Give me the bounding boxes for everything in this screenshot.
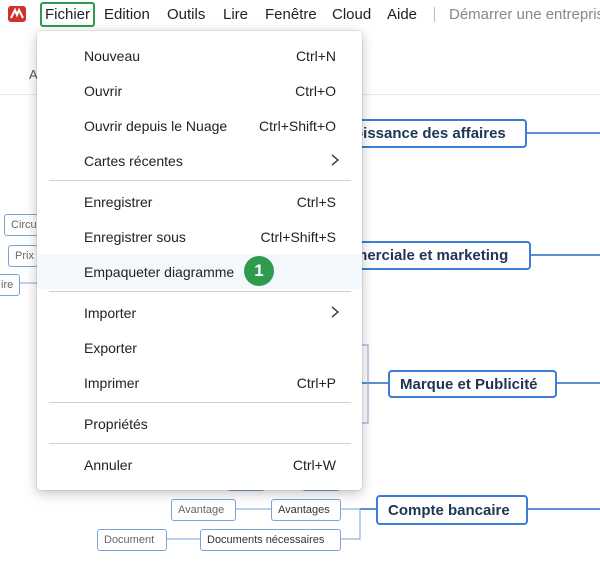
- chevron-right-icon: [331, 154, 340, 166]
- menu-bar: Fichier Edition Outils Lire Fenêtre Clou…: [0, 0, 600, 30]
- menu-separator: [49, 291, 351, 292]
- menu-item-ouvrir-nuage[interactable]: Ouvrir depuis le Nuage Ctrl+Shift+O: [37, 108, 362, 143]
- menu-item-label: Enregistrer sous: [84, 228, 186, 245]
- menu-fichier[interactable]: Fichier: [40, 2, 96, 27]
- menu-separator: [49, 180, 351, 181]
- menu-item-shortcut: Ctrl+O: [295, 82, 336, 99]
- menu-item-empaqueter[interactable]: Empaqueter diagramme: [37, 254, 362, 289]
- menu-item-shortcut: Ctrl+N: [295, 47, 336, 64]
- menu-aide[interactable]: Aide: [387, 6, 417, 23]
- menu-item-importer[interactable]: Importer: [37, 295, 362, 330]
- topic-brand[interactable]: Marque et Publicité: [388, 370, 557, 398]
- menu-item-imprimer[interactable]: Imprimer Ctrl+P: [37, 365, 362, 400]
- menu-item-shortcut: Ctrl+P: [296, 374, 336, 391]
- menu-item-ouvrir[interactable]: Ouvrir Ctrl+O: [37, 73, 362, 108]
- leaf-avantage[interactable]: Avantage: [171, 499, 236, 521]
- menu-item-label: Exporter: [84, 339, 137, 356]
- menu-item-shortcut: Ctrl+S: [296, 193, 336, 210]
- menu-item-enregistrer-sous[interactable]: Enregistrer sous Ctrl+Shift+S: [37, 219, 362, 254]
- chevron-right-icon: [331, 306, 340, 318]
- leaf-prix[interactable]: Prix: [8, 245, 38, 267]
- app-logo-icon[interactable]: [8, 6, 26, 22]
- leaf-ire[interactable]: ire: [0, 274, 20, 296]
- menu-separator: [49, 443, 351, 444]
- menu-item-exporter[interactable]: Exporter: [37, 330, 362, 365]
- menu-separator: [49, 402, 351, 403]
- menu-fenetre[interactable]: Fenêtre: [265, 6, 317, 23]
- menu-item-cartes-recentes[interactable]: Cartes récentes: [37, 143, 362, 178]
- leaf-documents-needed[interactable]: Documents nécessaires: [200, 529, 341, 551]
- menu-item-label: Importer: [84, 304, 137, 321]
- menu-item-enregistrer[interactable]: Enregistrer Ctrl+S: [37, 184, 362, 219]
- menu-separator: [434, 7, 435, 22]
- menu-item-shortcut: Ctrl+Shift+S: [260, 228, 336, 245]
- menu-item-label: Nouveau: [84, 47, 141, 64]
- menu-item-label: Cartes récentes: [84, 152, 183, 169]
- menu-item-annuler[interactable]: Annuler Ctrl+W: [37, 447, 362, 482]
- menu-item-shortcut: Ctrl+W: [292, 456, 336, 473]
- menu-edition[interactable]: Edition: [104, 6, 150, 23]
- leaf-avantages[interactable]: Avantages: [271, 499, 341, 521]
- leaf-circu[interactable]: Circu: [4, 214, 38, 236]
- menu-item-label: Ouvrir depuis le Nuage: [84, 117, 228, 134]
- menu-item-label: Empaqueter diagramme: [84, 263, 235, 280]
- menu-lire[interactable]: Lire: [223, 6, 248, 23]
- menu-outils[interactable]: Outils: [167, 6, 205, 23]
- document-title: Démarrer une entreprise: [449, 6, 600, 23]
- menu-item-nouveau[interactable]: Nouveau Ctrl+N: [37, 38, 362, 73]
- menu-item-shortcut: Ctrl+Shift+O: [258, 117, 336, 134]
- step-number-badge: 1: [244, 256, 274, 286]
- menu-cloud[interactable]: Cloud: [332, 6, 371, 23]
- menu-item-proprietes[interactable]: Propriétés: [37, 406, 362, 441]
- menu-item-label: Ouvrir: [84, 82, 123, 99]
- menu-item-label: Imprimer: [84, 374, 140, 391]
- topic-marketing[interactable]: merciale et marketing: [340, 241, 531, 270]
- leaf-document[interactable]: Document: [97, 529, 167, 551]
- topic-business-growth[interactable]: oissance des affaires: [340, 119, 527, 148]
- file-menu-dropdown: Nouveau Ctrl+N Ouvrir Ctrl+O Ouvrir depu…: [37, 31, 362, 490]
- topic-bank-account[interactable]: Compte bancaire: [376, 495, 528, 525]
- menu-item-label: Enregistrer: [84, 193, 153, 210]
- menu-item-label: Propriétés: [84, 415, 148, 432]
- menu-item-label: Annuler: [84, 456, 133, 473]
